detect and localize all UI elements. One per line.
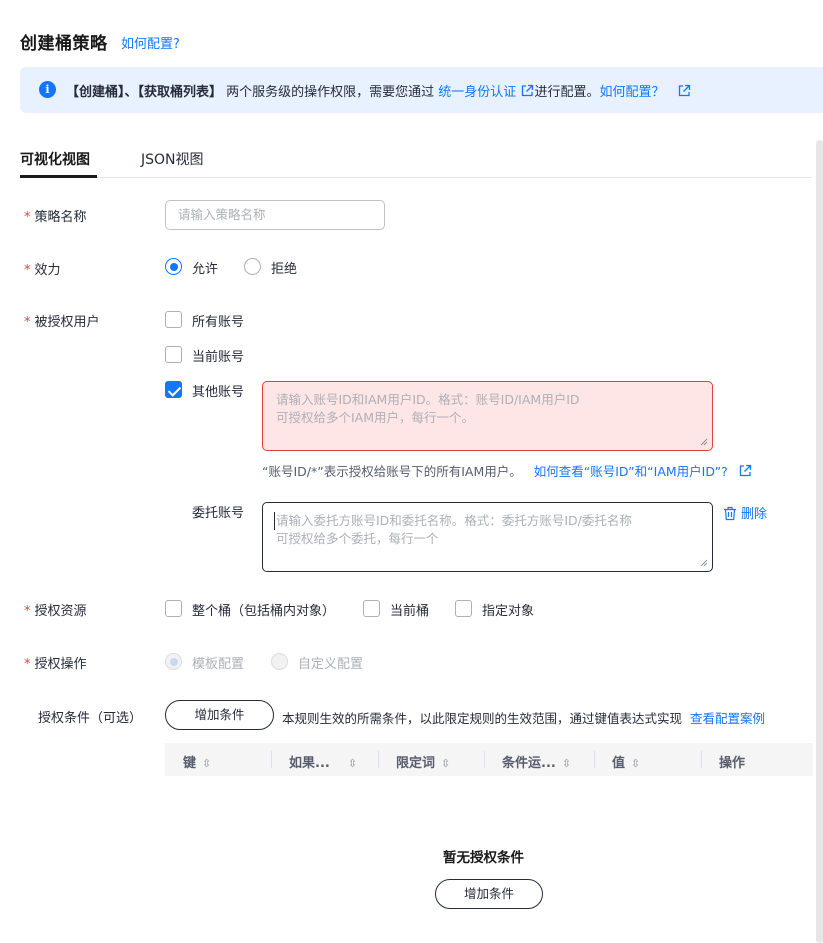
column-divider [594, 751, 595, 768]
action-template-label[interactable]: 模板配置 [192, 653, 244, 672]
notice-text-part2: 两个服务级的操作权限，需要您通过 [222, 85, 439, 100]
effect-allow-radio[interactable] [165, 258, 182, 275]
column-divider [378, 751, 379, 768]
sort-icon[interactable]: ⇳ [202, 757, 211, 770]
view-account-id-link[interactable]: 如何查看“账号ID”和“IAM用户ID”? [534, 464, 728, 479]
principal-label-text: 被授权用户 [34, 315, 100, 330]
info-icon: i [39, 81, 56, 98]
external-link-icon[interactable] [520, 84, 534, 98]
current-account-label[interactable]: 当前账号 [192, 346, 244, 365]
add-condition-button[interactable]: 增加条件 [165, 700, 274, 730]
principal-hint-text: “账号ID/*”表示授权给账号下的所有IAM用户。 [262, 464, 522, 479]
required-mark: * [24, 263, 31, 278]
required-mark: * [24, 210, 31, 225]
other-accounts-placeholder-line2: 可授权给多个IAM用户，每行一个。 [276, 410, 475, 425]
specified-object-label[interactable]: 指定对象 [482, 600, 534, 619]
sort-icon[interactable]: ⇳ [348, 757, 357, 770]
column-header-value-text: 值 [612, 756, 626, 771]
column-header-if[interactable]: 如果... ⇳ [289, 752, 357, 771]
required-mark: * [24, 315, 31, 330]
delegated-account-textarea[interactable]: 请输入委托方账号ID和委托名称。格式：委托方账号ID/委托名称 可授权给多个委托… [262, 502, 713, 572]
view-example-link[interactable]: 查看配置案例 [690, 711, 765, 726]
tab-visual-view[interactable]: 可视化视图 [20, 149, 90, 169]
action-custom-radio[interactable] [271, 653, 288, 670]
current-account-checkbox[interactable] [165, 346, 182, 363]
other-accounts-label[interactable]: 其他账号 [192, 381, 244, 400]
tab-json-view[interactable]: JSON视图 [141, 149, 204, 169]
resize-handle-icon[interactable] [700, 559, 708, 567]
policy-name-label: * 策略名称 [24, 206, 87, 225]
column-divider [701, 751, 702, 768]
effect-allow-label[interactable]: 允许 [192, 258, 218, 277]
tabs-divider [20, 177, 812, 178]
other-accounts-checkbox[interactable] [165, 381, 182, 398]
column-header-if-text: 如果... [289, 756, 330, 771]
all-accounts-checkbox[interactable] [165, 311, 182, 328]
notice-text-part3: 进行配置。 [534, 85, 600, 100]
whole-bucket-label[interactable]: 整个桶（包括桶内对象） [192, 600, 335, 619]
effect-deny-radio[interactable] [244, 258, 261, 275]
effect-label: * 效力 [24, 259, 61, 278]
column-header-key-text: 键 [183, 756, 197, 771]
other-accounts-placeholder-line1: 请输入账号ID和IAM用户ID。格式：账号ID/IAM用户ID [276, 392, 580, 407]
active-tab-indicator [20, 175, 97, 178]
specified-object-checkbox[interactable] [455, 600, 472, 617]
external-link-icon[interactable] [738, 464, 752, 478]
other-accounts-textarea[interactable]: 请输入账号ID和IAM用户ID。格式：账号ID/IAM用户ID 可授权给多个IA… [262, 381, 713, 451]
policy-name-label-text: 策略名称 [34, 210, 87, 225]
notice-bold-text: 【创建桶】、【获取桶列表】 [66, 85, 223, 100]
page-title: 创建桶策略 [20, 34, 108, 54]
current-bucket-checkbox[interactable] [363, 600, 380, 617]
conditions-description: 本规则生效的所需条件，以此限定规则的生效范围，通过键值表达式实现 查看配置案例 [282, 708, 765, 727]
effect-label-text: 效力 [34, 263, 61, 278]
column-divider [271, 751, 272, 768]
policy-name-input[interactable]: 请输入策略名称 [165, 200, 385, 230]
sort-icon[interactable]: ⇳ [441, 757, 450, 770]
action-template-radio[interactable] [165, 653, 182, 670]
action-label-text: 授权操作 [34, 657, 87, 672]
iam-link[interactable]: 统一身份认证 [438, 85, 516, 100]
empty-conditions-text: 暂无授权条件 [443, 850, 524, 866]
conditions-label: 授权条件（可选） [38, 711, 143, 726]
conditions-table-header: 键 ⇳ 如果... ⇳ 限定词 ⇳ 条件运... ⇳ 值 ⇳ 操作 [165, 743, 813, 776]
all-accounts-label[interactable]: 所有账号 [192, 311, 244, 330]
delete-label: 删除 [741, 507, 768, 522]
howto-link-top[interactable]: 如何配置? [121, 33, 180, 52]
notice-text: 【创建桶】、【获取桶列表】 两个服务级的操作权限，需要您通过 统一身份认证 进行… [66, 81, 691, 100]
whole-bucket-checkbox[interactable] [165, 600, 182, 617]
column-header-qualifier[interactable]: 限定词 ⇳ [396, 752, 450, 771]
column-header-actions: 操作 [719, 756, 746, 771]
principal-label: * 被授权用户 [24, 311, 100, 330]
column-header-qualifier-text: 限定词 [396, 756, 436, 771]
current-bucket-label[interactable]: 当前桶 [390, 600, 429, 619]
resource-label-text: 授权资源 [34, 604, 87, 619]
column-divider [484, 751, 485, 768]
conditions-description-text: 本规则生效的所需条件，以此限定规则的生效范围，通过键值表达式实现 [282, 711, 683, 726]
required-mark: * [24, 604, 31, 619]
external-link-icon[interactable] [677, 84, 691, 98]
sort-icon[interactable]: ⇳ [562, 757, 571, 770]
principal-hint: “账号ID/*”表示授权给账号下的所有IAM用户。 如何查看“账号ID”和“IA… [262, 461, 752, 480]
delete-delegated-button[interactable]: 删除 [723, 503, 767, 522]
trash-icon [724, 506, 736, 521]
action-label: * 授权操作 [24, 653, 87, 672]
delegated-placeholder-line1: 请输入委托方账号ID和委托名称。格式：委托方账号ID/委托名称 [274, 512, 699, 530]
action-custom-label[interactable]: 自定义配置 [298, 653, 363, 672]
required-mark: * [24, 657, 31, 672]
sort-icon[interactable]: ⇳ [631, 757, 640, 770]
column-header-operator-text: 条件运... [502, 756, 556, 771]
resource-label: * 授权资源 [24, 600, 87, 619]
scrollbar[interactable] [816, 140, 823, 943]
column-header-operator[interactable]: 条件运... ⇳ [502, 752, 571, 771]
notice-banner: i 【创建桶】、【获取桶列表】 两个服务级的操作权限，需要您通过 统一身份认证 … [20, 67, 823, 113]
column-header-value[interactable]: 值 ⇳ [612, 752, 640, 771]
column-header-key[interactable]: 键 ⇳ [183, 752, 211, 771]
effect-deny-label[interactable]: 拒绝 [271, 258, 297, 277]
empty-add-condition-button[interactable]: 增加条件 [435, 879, 543, 909]
resize-handle-icon[interactable] [700, 438, 708, 446]
delegated-placeholder-line2: 可授权给多个委托，每行一个 [276, 531, 439, 546]
notice-howto-link[interactable]: 如何配置？ [599, 85, 664, 100]
delegated-account-label: 委托账号 [192, 506, 245, 521]
